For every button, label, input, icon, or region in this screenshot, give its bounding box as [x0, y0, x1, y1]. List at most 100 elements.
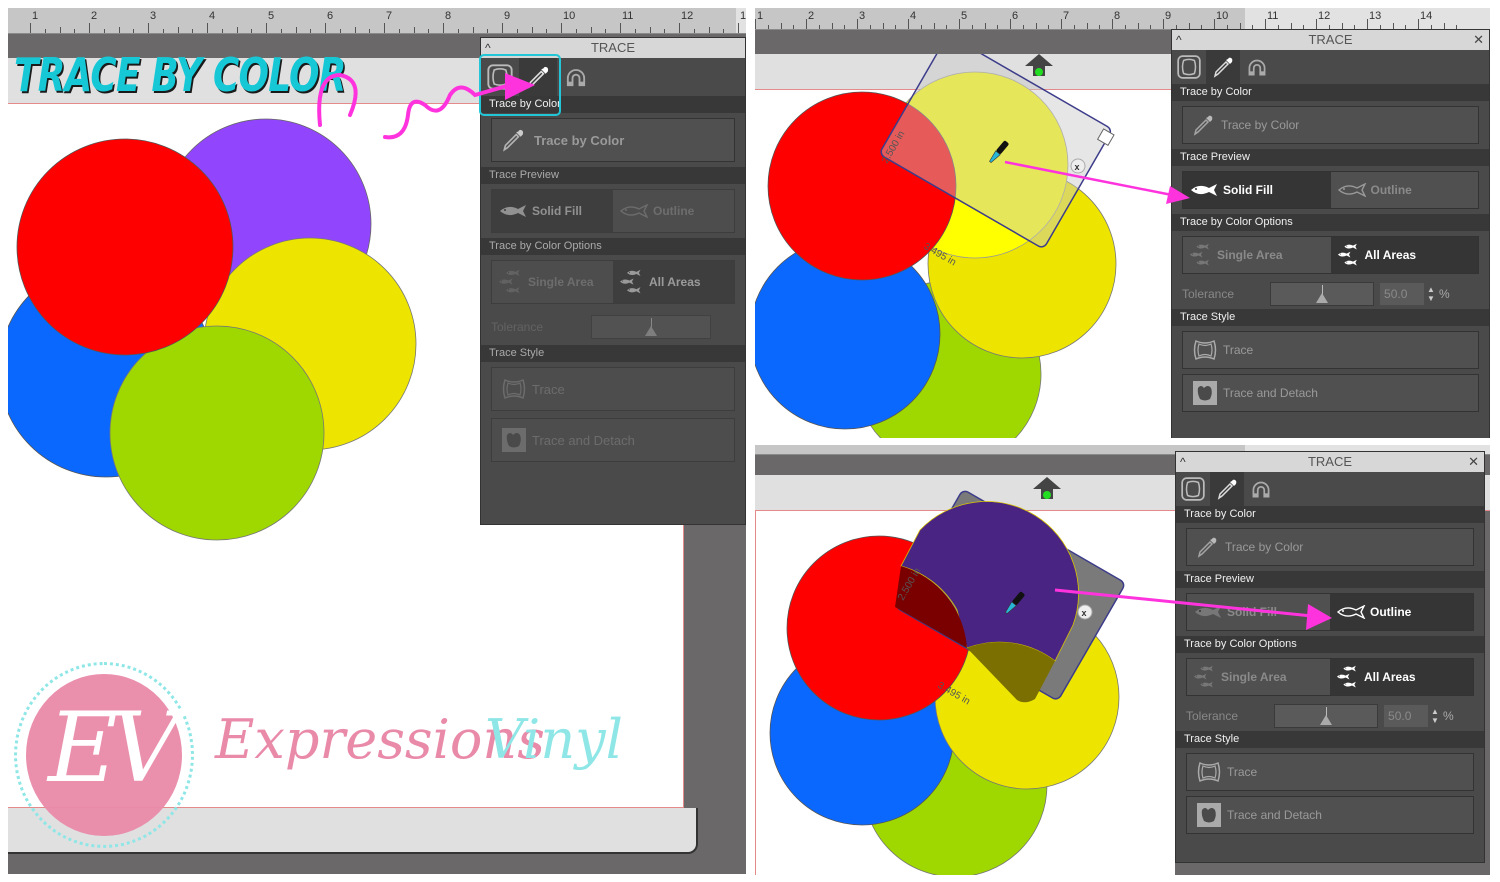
- section-options: Trace by Color Options: [1172, 214, 1489, 231]
- trace-by-color-button[interactable]: Trace by Color: [1186, 528, 1474, 566]
- trace-button[interactable]: Trace: [491, 367, 735, 411]
- ruler-tick: [207, 23, 208, 33]
- collapse-icon[interactable]: ^: [1180, 452, 1186, 472]
- trace-panel: ^ TRACE ✕ Trace by Color Trace by Color …: [1175, 451, 1485, 863]
- single-area-option[interactable]: Single Area: [1183, 237, 1331, 273]
- ruler-tick: [531, 27, 533, 33]
- ruler-tick: [780, 23, 782, 29]
- solid-fill-option[interactable]: Solid Fill: [1183, 172, 1331, 208]
- ruler-tick: [1048, 25, 1050, 29]
- close-icon[interactable]: ✕: [1473, 30, 1484, 50]
- section-trace-style: Trace Style: [1172, 309, 1489, 326]
- ruler-tick: [997, 25, 999, 29]
- magnet-icon: [1248, 476, 1274, 502]
- fishes-icon: [498, 269, 524, 295]
- all-areas-option[interactable]: All Areas: [1330, 659, 1473, 695]
- ruler-tick: [1367, 19, 1368, 29]
- ruler-tick: [738, 23, 739, 33]
- tab-trace[interactable]: [1172, 50, 1206, 84]
- collapse-icon[interactable]: ^: [1176, 30, 1182, 50]
- ruler-tick: [831, 23, 833, 29]
- ruler-tick: [103, 29, 105, 33]
- tab-trace-by-color[interactable]: [1210, 472, 1244, 506]
- tutorial-title: TRACE BY COLOR: [14, 48, 346, 102]
- ruler-label: 6: [1012, 10, 1019, 22]
- tolerance-slider[interactable]: [1274, 704, 1379, 728]
- trace-tabs: [1176, 472, 1484, 506]
- ruler-tick: [236, 27, 238, 33]
- section-trace-preview: Trace Preview: [481, 167, 745, 184]
- ruler-tick: [354, 27, 356, 33]
- ruler-tick: [310, 29, 312, 33]
- section-options: Trace by Color Options: [481, 238, 745, 255]
- single-area-option[interactable]: Single Area: [1187, 659, 1330, 695]
- ruler-tick: [1022, 25, 1024, 29]
- fish-outline-icon: [619, 204, 649, 218]
- close-icon[interactable]: ✕: [1468, 452, 1479, 472]
- ruler-tick: [933, 23, 935, 29]
- red-circle[interactable]: [16, 138, 234, 356]
- tab-magnet[interactable]: [1244, 472, 1278, 506]
- eyedropper-icon: [1211, 55, 1235, 79]
- tolerance-slider[interactable]: [1270, 282, 1375, 306]
- ruler-label: 8: [1114, 10, 1121, 22]
- ruler-tick: [1163, 19, 1164, 29]
- ruler-tick: [89, 23, 90, 33]
- tab-trace-by-color[interactable]: [1206, 50, 1240, 84]
- fishes-icon: [1193, 665, 1217, 689]
- trace-and-detach-button[interactable]: Trace and Detach: [491, 418, 735, 462]
- tab-magnet[interactable]: [1240, 50, 1274, 84]
- single-area-option[interactable]: Single Area: [492, 261, 613, 303]
- section-trace-by-color: Trace by Color: [1176, 506, 1484, 523]
- ruler-tick: [818, 25, 820, 29]
- section-trace-preview: Trace Preview: [1172, 149, 1489, 166]
- ruler-tick: [221, 29, 223, 33]
- trace-and-detach-button[interactable]: Trace and Detach: [1182, 374, 1479, 412]
- all-areas-option[interactable]: All Areas: [613, 261, 734, 303]
- tolerance-input[interactable]: 50.0: [1384, 705, 1429, 727]
- tolerance-slider[interactable]: [591, 315, 712, 339]
- ruler-tick: [755, 19, 756, 29]
- ruler-tick: [895, 25, 897, 29]
- trace-and-detach-button[interactable]: Trace and Detach: [1186, 796, 1474, 834]
- horizontal-ruler[interactable]: 1 2 3 4 5 6 7 8 9 10 11 12 13 14: [755, 8, 1490, 30]
- fish-filled-icon: [498, 204, 528, 218]
- ruler-tick: [590, 27, 592, 33]
- horizontal-ruler[interactable]: 12345678910111213: [8, 8, 746, 34]
- tab-trace[interactable]: [1176, 472, 1210, 506]
- brand-name-vinyl: Vinyl: [485, 708, 623, 771]
- ruler-tick: [74, 29, 76, 33]
- outline-option[interactable]: Outline: [613, 190, 734, 232]
- outline-option[interactable]: Outline: [1330, 172, 1478, 208]
- ruler-label: 10: [1216, 10, 1229, 22]
- ruler-tick: [118, 27, 120, 33]
- trace-button[interactable]: Trace: [1182, 331, 1479, 369]
- magnet-icon: [1244, 54, 1270, 80]
- squiggle-arrow: [317, 72, 535, 140]
- eyedropper-icon: [1195, 535, 1219, 559]
- tolerance-spinner[interactable]: ▲ ▼: [1427, 285, 1435, 303]
- ruler-tick: [806, 19, 807, 29]
- ruler-tick: [869, 25, 871, 29]
- ruler-label: 1: [757, 10, 764, 22]
- trace-by-color-button[interactable]: Trace by Color: [1182, 106, 1479, 144]
- ruler-tick: [280, 29, 282, 33]
- green-circle[interactable]: [109, 325, 325, 541]
- brand-logo: EV: [14, 662, 194, 848]
- tolerance-spinner[interactable]: ▲ ▼: [1431, 707, 1439, 725]
- tolerance-input[interactable]: 50.0: [1380, 283, 1425, 305]
- ruler-tick: [561, 23, 562, 33]
- pointer-arrow: [1054, 588, 1332, 630]
- solid-fill-option[interactable]: Solid Fill: [492, 190, 613, 232]
- outline-option[interactable]: Outline: [1330, 594, 1473, 630]
- frame-icon: [1180, 476, 1206, 502]
- all-areas-option[interactable]: All Areas: [1330, 237, 1478, 273]
- tab-magnet[interactable]: [557, 58, 595, 96]
- section-trace-style: Trace Style: [481, 345, 745, 362]
- ruler-label: 9: [1165, 10, 1172, 22]
- ruler-tick: [266, 23, 267, 33]
- ruler-label: 7: [1063, 10, 1070, 22]
- trace-button[interactable]: Trace: [1186, 753, 1474, 791]
- ruler-tick: [472, 27, 474, 33]
- ruler-tick: [369, 29, 371, 33]
